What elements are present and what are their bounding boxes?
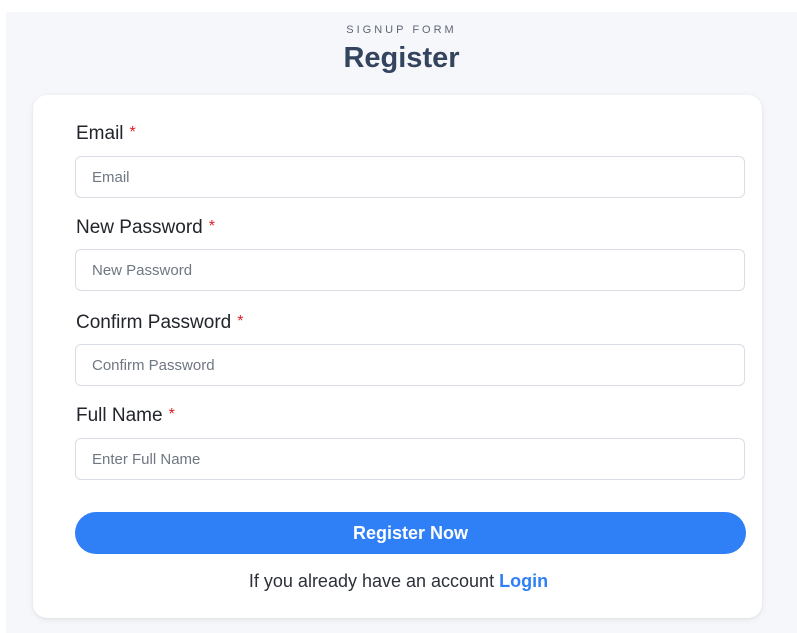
full-name-label: Full Name *	[76, 405, 175, 427]
form-subtitle: SIGNUP FORM	[346, 24, 457, 36]
required-marker: *	[208, 218, 215, 235]
confirm-password-label-text: Confirm Password	[76, 312, 232, 333]
login-prompt: If you already have an account Login	[0, 571, 797, 592]
login-link[interactable]: Login	[499, 571, 548, 591]
confirm-password-label: Confirm Password *	[76, 312, 243, 334]
required-marker: *	[168, 406, 175, 423]
new-password-label: New Password *	[76, 217, 215, 239]
email-label: Email *	[76, 123, 136, 145]
confirm-password-field[interactable]	[75, 344, 745, 386]
required-marker: *	[237, 313, 244, 330]
login-prompt-text: If you already have an account	[248, 571, 495, 591]
new-password-label-text: New Password	[76, 217, 203, 238]
register-now-button[interactable]: Register Now	[75, 512, 746, 554]
page: SIGNUP FORM Register Email * New Password…	[0, 0, 797, 633]
required-marker: *	[129, 124, 136, 141]
full-name-label-text: Full Name	[76, 405, 163, 426]
email-field[interactable]	[75, 156, 745, 198]
email-label-text: Email	[76, 123, 124, 144]
full-name-field[interactable]	[75, 438, 745, 480]
page-title: Register	[343, 42, 460, 74]
new-password-field[interactable]	[75, 249, 745, 291]
